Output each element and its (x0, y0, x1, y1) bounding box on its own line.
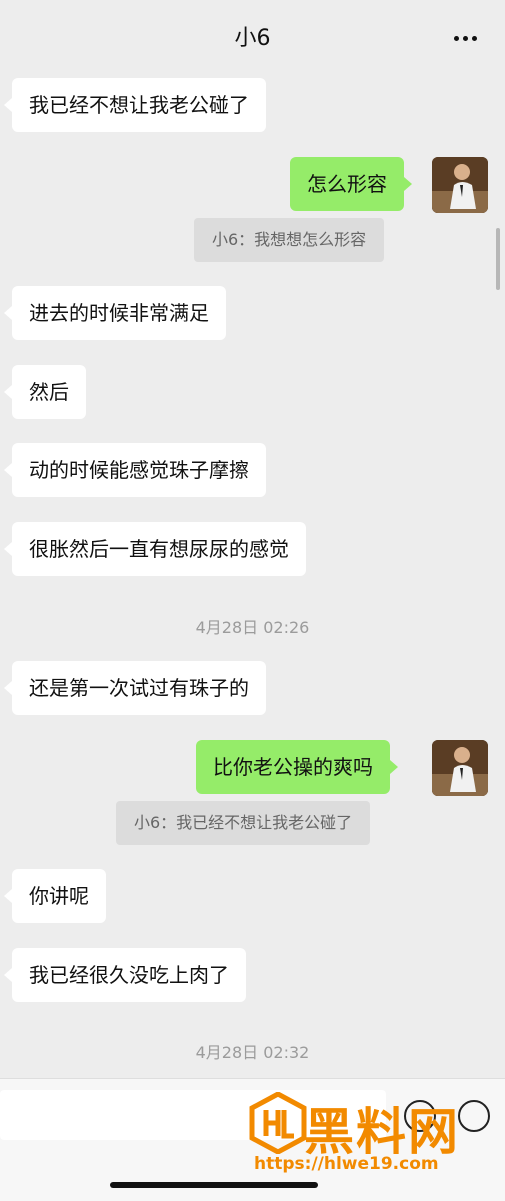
message-incoming[interactable]: 你讲呢 (4, 869, 106, 923)
message-incoming[interactable]: 还是第一次试过有珠子的 (4, 661, 266, 715)
timestamp: 4月28日 02:32 (195, 1043, 310, 1062)
message-outgoing[interactable]: 怎么形容 (290, 157, 412, 211)
watermark-url: https://hlwe19.com (254, 1154, 439, 1174)
timestamp: 4月28日 02:26 (195, 618, 310, 637)
home-indicator (110, 1182, 318, 1188)
message-incoming[interactable]: 动的时候能感觉珠子摩擦 (4, 443, 266, 497)
chat-title: 小6 (234, 26, 271, 51)
message-incoming[interactable]: 然后 (4, 365, 86, 419)
message-incoming[interactable]: 我已经很久没吃上肉了 (4, 948, 246, 1002)
scrollbar[interactable] (496, 228, 500, 290)
avatar[interactable] (432, 740, 488, 796)
quoted-reply[interactable]: 小6：我已经不想让我老公碰了 (116, 801, 371, 845)
chat-header: 小6 (0, 0, 505, 76)
quoted-reply[interactable]: 小6：我想想怎么形容 (194, 218, 385, 262)
message-incoming[interactable]: 很胀然后一直有想尿尿的感觉 (4, 522, 306, 576)
watermark-logo-icon (249, 1092, 307, 1154)
watermark: 黑料网 https://hlwe19.com (240, 1090, 505, 1185)
message-outgoing[interactable]: 比你老公操的爽吗 (196, 740, 398, 794)
avatar[interactable] (432, 157, 488, 213)
message-incoming[interactable]: 进去的时候非常满足 (4, 286, 226, 340)
more-options-icon[interactable] (449, 22, 481, 54)
message-incoming[interactable]: 我已经不想让我老公碰了 (4, 78, 266, 132)
